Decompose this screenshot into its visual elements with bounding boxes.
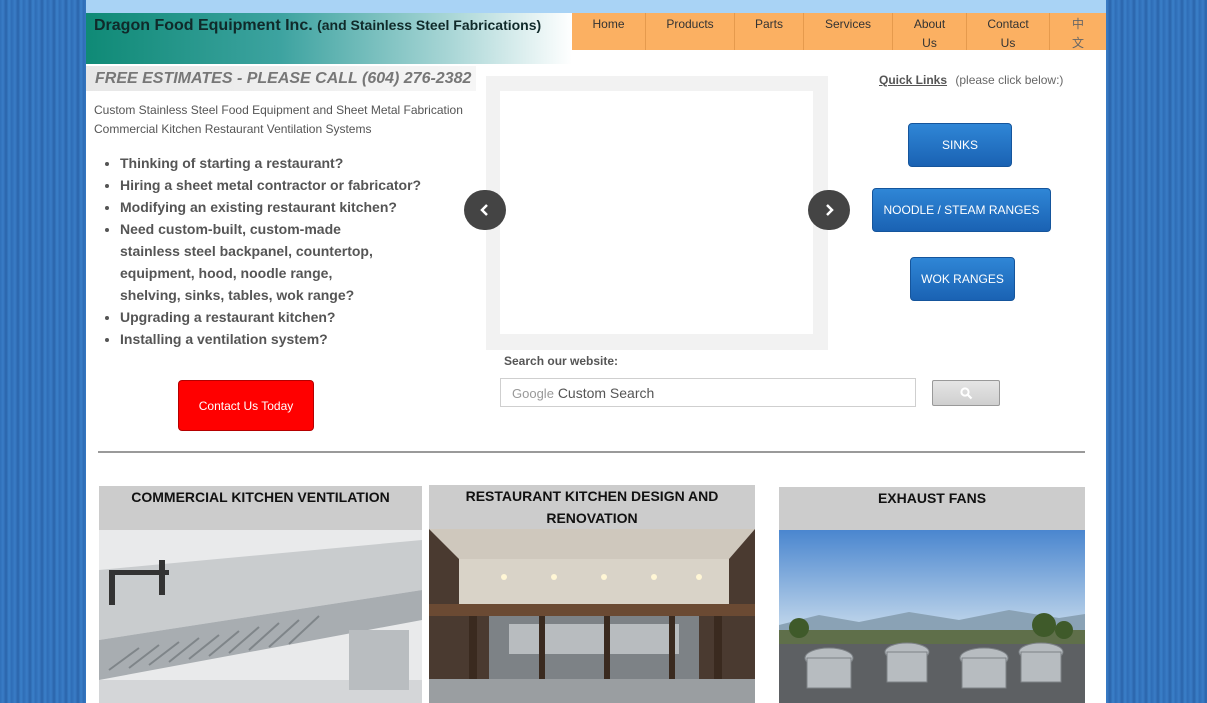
list-item: Thinking of starting a restaurant? xyxy=(120,152,421,174)
company-logo-text[interactable]: Dragon Food Equipment Inc. (and Stainles… xyxy=(94,17,541,35)
contact-us-today-button[interactable]: Contact Us Today xyxy=(178,380,314,431)
ventilation-hood-image xyxy=(99,530,422,703)
card-commercial-kitchen-ventilation[interactable]: COMMERCIAL KITCHEN VENTILATION xyxy=(99,486,422,703)
description-line: Custom Stainless Steel Food Equipment an… xyxy=(94,103,463,117)
nav-parts[interactable]: Parts xyxy=(735,13,804,50)
section-divider xyxy=(98,451,1085,453)
slider-next-button[interactable] xyxy=(808,190,850,230)
nav-home[interactable]: Home xyxy=(572,13,646,50)
company-subtitle: (and Stainless Steel Fabrications) xyxy=(317,17,542,33)
list-item: Upgrading a restaurant kitchen? xyxy=(120,306,421,328)
company-description: Custom Stainless Steel Food Equipment an… xyxy=(94,101,463,139)
chevron-right-icon xyxy=(826,204,834,216)
card-restaurant-kitchen-design-renovation[interactable]: RESTAURANT KITCHEN DESIGN AND RENOVATION xyxy=(429,485,755,703)
google-brand: Google xyxy=(512,386,554,401)
card-title: RESTAURANT KITCHEN DESIGN AND RENOVATION xyxy=(429,485,755,529)
quick-links-heading: Quick Links (please click below:) xyxy=(879,73,1063,87)
nav-about-us[interactable]: About Us xyxy=(893,13,967,50)
free-estimate-text: FREE ESTIMATES - PLEASE CALL (604) 276-2… xyxy=(95,70,472,87)
search-input[interactable]: Google Custom Search xyxy=(500,378,916,407)
quick-link-wok-ranges-button[interactable]: WOK RANGES xyxy=(910,257,1015,301)
quick-link-noodle-steam-ranges-button[interactable]: NOODLE / STEAM RANGES xyxy=(872,188,1051,232)
nav-contact-us[interactable]: Contact Us xyxy=(967,13,1050,50)
slider-prev-button[interactable] xyxy=(464,190,506,230)
card-title: COMMERCIAL KITCHEN VENTILATION xyxy=(99,486,422,530)
list-item: Need custom-built, custom-made stainless… xyxy=(120,218,388,306)
free-estimate-banner: FREE ESTIMATES - PLEASE CALL (604) 276-2… xyxy=(86,66,476,91)
quick-link-sinks-button[interactable]: SINKS xyxy=(908,123,1012,167)
card-exhaust-fans[interactable]: EXHAUST FANS xyxy=(779,487,1085,703)
list-item: Installing a ventilation system? xyxy=(120,328,421,350)
page-container: Dragon Food Equipment Inc. (and Stainles… xyxy=(86,0,1106,703)
main-nav: Home Products Parts Services About Us Co… xyxy=(572,13,1106,50)
search-label: Search our website: xyxy=(504,354,619,368)
chevron-left-icon xyxy=(480,204,488,216)
list-item: Modifying an existing restaurant kitchen… xyxy=(120,196,421,218)
search-placeholder: Custom Search xyxy=(557,385,655,401)
search-icon xyxy=(959,386,972,399)
nav-products[interactable]: Products xyxy=(646,13,735,50)
card-title: EXHAUST FANS xyxy=(779,487,1085,530)
restaurant-interior-image xyxy=(429,529,755,703)
company-name: Dragon Food Equipment Inc. xyxy=(94,17,313,34)
service-questions-list: Thinking of starting a restaurant? Hirin… xyxy=(100,152,421,350)
search-button[interactable] xyxy=(932,380,1000,406)
top-strip xyxy=(86,0,1106,13)
nav-services[interactable]: Services xyxy=(804,13,893,50)
slider-image-area xyxy=(500,91,813,334)
quick-links-hint: (please click below:) xyxy=(955,73,1064,87)
image-slider xyxy=(486,76,828,350)
description-line: Commercial Kitchen Restaurant Ventilatio… xyxy=(94,122,372,136)
list-item: Hiring a sheet metal contractor or fabri… xyxy=(120,174,421,196)
site-header: Dragon Food Equipment Inc. (and Stainles… xyxy=(86,13,572,64)
nav-chinese[interactable]: 中文 xyxy=(1050,13,1106,50)
quick-links-title: Quick Links xyxy=(879,73,948,87)
exhaust-fans-image xyxy=(779,530,1085,703)
